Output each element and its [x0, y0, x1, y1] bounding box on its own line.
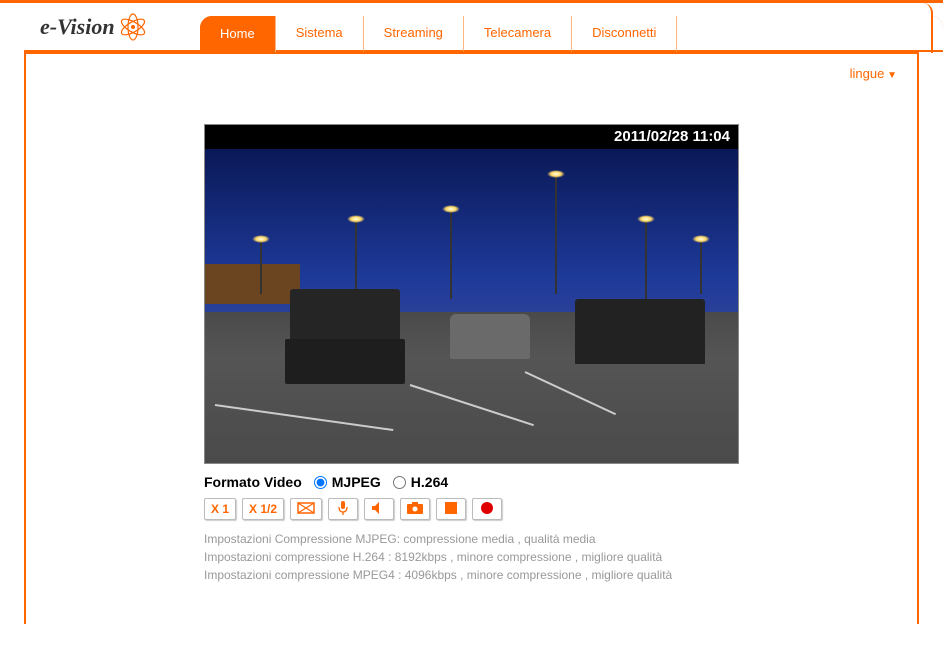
camera-icon — [407, 502, 423, 517]
video-timestamp: 2011/02/28 11:04 — [205, 125, 738, 149]
fullscreen-button[interactable] — [290, 498, 322, 520]
fullscreen-icon — [297, 502, 315, 517]
zoom-1x-button[interactable]: X 1 — [204, 498, 236, 520]
logo-text: e-Vision — [40, 14, 115, 40]
nav-disconnetti[interactable]: Disconnetti — [572, 16, 677, 52]
info-h264: Impostazioni compressione H.264 : 8192kb… — [204, 548, 739, 566]
snapshot-button[interactable] — [400, 498, 430, 520]
info-mpeg4: Impostazioni compressione MPEG4 : 4096kb… — [204, 566, 739, 584]
main-nav: Home Sistema Streaming Telecamera Discon… — [200, 16, 943, 52]
zoom-half-button[interactable]: X 1/2 — [242, 498, 284, 520]
mic-button[interactable] — [328, 498, 358, 520]
nav-streaming[interactable]: Streaming — [364, 16, 464, 52]
radio-h264[interactable]: H.264 — [393, 474, 448, 490]
radio-mjpeg[interactable]: MJPEG — [314, 474, 381, 490]
stop-icon — [445, 502, 457, 517]
radio-h264-input[interactable] — [393, 476, 406, 489]
mic-icon — [337, 501, 349, 518]
format-label: Formato Video — [204, 474, 302, 490]
stop-button[interactable] — [436, 498, 466, 520]
info-mjpeg: Impostazioni Compressione MJPEG: compres… — [204, 530, 739, 548]
video-feed — [205, 149, 738, 463]
logo-icon — [118, 12, 148, 42]
nav-telecamera[interactable]: Telecamera — [464, 16, 572, 52]
radio-mjpeg-input[interactable] — [314, 476, 327, 489]
nav-home[interactable]: Home — [200, 16, 276, 52]
record-button[interactable] — [472, 498, 502, 520]
speaker-icon — [372, 502, 386, 517]
radio-mjpeg-label: MJPEG — [332, 474, 381, 490]
language-dropdown[interactable]: lingue — [850, 66, 897, 81]
video-viewer: 2011/02/28 11:04 — [204, 124, 739, 464]
radio-h264-label: H.264 — [411, 474, 448, 490]
logo: e-Vision — [0, 2, 200, 52]
nav-sistema[interactable]: Sistema — [276, 16, 364, 52]
record-icon — [481, 502, 493, 517]
speaker-button[interactable] — [364, 498, 394, 520]
